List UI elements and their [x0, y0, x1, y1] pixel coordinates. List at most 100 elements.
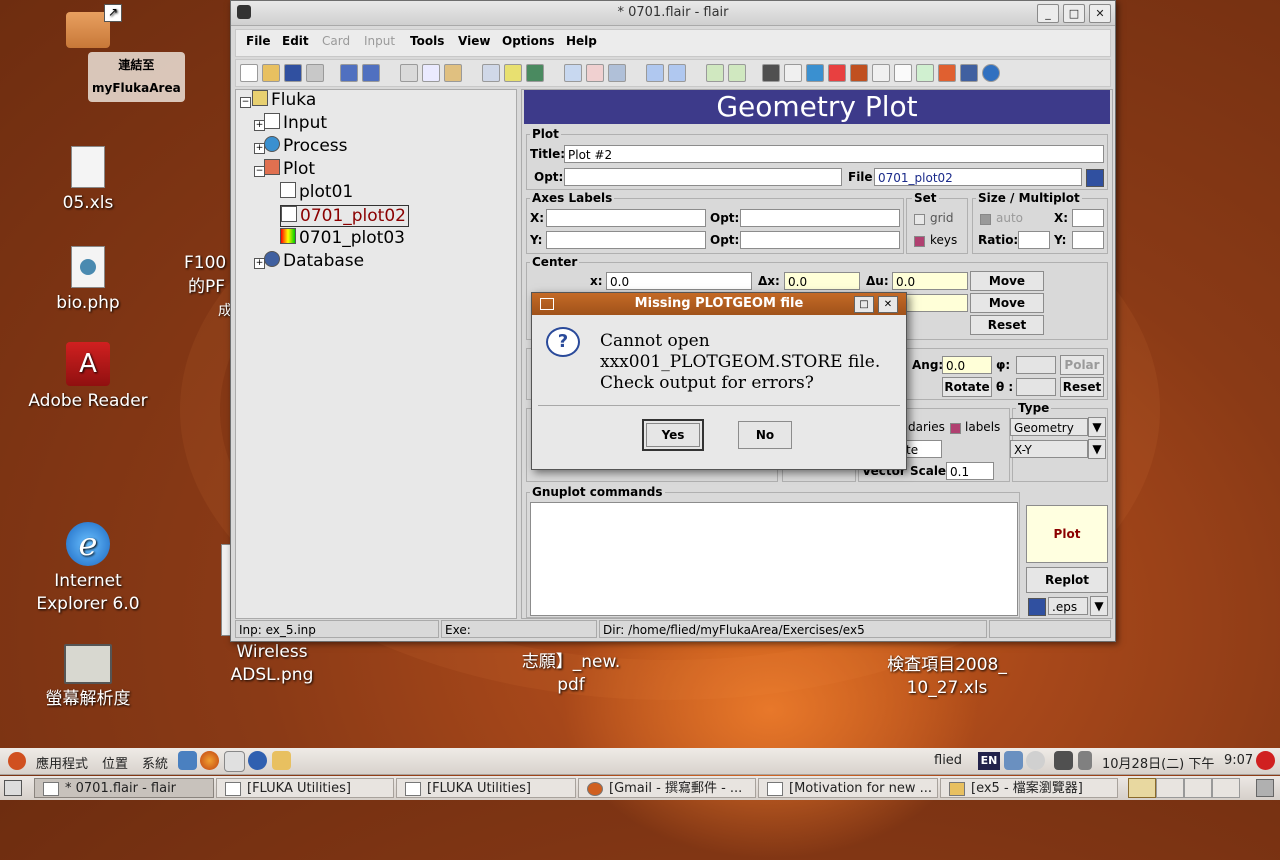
show-desktop-icon[interactable]: [4, 780, 22, 796]
tree-item-0701-plot02[interactable]: 0701_plot02: [280, 205, 409, 227]
no-button[interactable]: No: [738, 421, 792, 449]
warning-icon[interactable]: [828, 64, 846, 82]
move-uv-button[interactable]: Move [u,v]: [970, 293, 1044, 328]
clock[interactable]: 9:07: [1224, 753, 1253, 768]
chevron-down-icon[interactable]: ▼: [1088, 439, 1106, 459]
input-method-indicator[interactable]: EN: [978, 752, 1000, 770]
window-menu-icon[interactable]: [540, 298, 554, 310]
desktop-icon-jiancha-xls[interactable]: 検査項目2008_ 10_27.xls: [872, 654, 1022, 700]
gnuplot-commands-textarea[interactable]: [530, 502, 1018, 616]
places-menu[interactable]: 位置: [102, 753, 128, 772]
database-icon[interactable]: [960, 64, 978, 82]
output-icon[interactable]: [894, 64, 912, 82]
applications-menu[interactable]: 應用程式: [36, 753, 88, 772]
move-button[interactable]: Move: [970, 271, 1044, 291]
globe-icon[interactable]: [526, 64, 544, 82]
print-icon[interactable]: [306, 64, 324, 82]
minimize-button[interactable]: _: [1037, 4, 1059, 23]
system-menu[interactable]: 系統: [142, 753, 168, 772]
firefox-icon[interactable]: [200, 751, 219, 770]
volume-icon[interactable]: [1078, 751, 1092, 770]
desktop-icon-internet-explorer[interactable]: e Internet Explorer 6.0: [18, 522, 158, 616]
format-select[interactable]: .eps: [1048, 597, 1088, 615]
menu-help[interactable]: Help: [566, 34, 597, 48]
copy-icon[interactable]: [422, 64, 440, 82]
close-button[interactable]: ✕: [878, 296, 898, 313]
taskbar-item-gmail[interactable]: [Gmail - 撰寫郵件 - ...: [578, 778, 756, 798]
close-button[interactable]: ✕: [1089, 4, 1111, 23]
workspace-3[interactable]: [1184, 778, 1212, 798]
taskbar-item-fluka-utilities-2[interactable]: [FLUKA Utilities]: [396, 778, 576, 798]
save-icon[interactable]: [284, 64, 302, 82]
partial-option-input[interactable]: te: [902, 440, 942, 458]
refresh-icon[interactable]: [916, 64, 934, 82]
save-file-icon[interactable]: [1086, 169, 1104, 187]
tree-root-fluka[interactable]: Fluka: [252, 90, 316, 110]
taskbar-item-motivation[interactable]: [Motivation for new ...: [758, 778, 938, 798]
polar-button[interactable]: Polar: [1060, 355, 1104, 375]
collapse-toggle[interactable]: −: [240, 97, 251, 108]
desktop-icon-screen-resolution[interactable]: 螢幕解析度: [18, 644, 158, 711]
axis-x-opt-input[interactable]: [740, 209, 900, 227]
center-reset-button[interactable]: Reset: [970, 315, 1044, 335]
desktop-icon-bio-php[interactable]: bio.php: [18, 246, 158, 315]
tree-item-plot[interactable]: Plot: [264, 159, 315, 179]
debug-icon[interactable]: [850, 64, 868, 82]
cut-icon[interactable]: [400, 64, 418, 82]
title-input[interactable]: Plot #2: [564, 145, 1104, 163]
menu-options[interactable]: Options: [502, 34, 555, 48]
search-icon[interactable]: [1026, 751, 1045, 770]
theta-input[interactable]: [1016, 378, 1056, 396]
center-x-input[interactable]: 0.0: [606, 272, 752, 290]
tree-item-process[interactable]: Process: [264, 136, 348, 156]
screenshot-launcher-icon[interactable]: [178, 751, 197, 770]
info-icon[interactable]: [982, 64, 1000, 82]
open-folder-icon[interactable]: [262, 64, 280, 82]
taskbar-item-flair[interactable]: * 0701.flair - flair: [34, 778, 214, 798]
menu-file[interactable]: File: [246, 34, 271, 48]
tree-item-database[interactable]: Database: [264, 251, 364, 271]
taskbar-item-fluka-utilities-1[interactable]: [FLUKA Utilities]: [216, 778, 394, 798]
geometry-icon[interactable]: [872, 64, 890, 82]
workspace-2[interactable]: [1156, 778, 1184, 798]
desktop-icon-05-xls[interactable]: 05.xls: [18, 146, 158, 215]
new-file-icon[interactable]: [240, 64, 258, 82]
desktop-icon-adobe-reader[interactable]: A Adobe Reader: [18, 342, 158, 413]
maximize-button[interactable]: □: [854, 296, 874, 313]
desktop-icon-myflukaarea[interactable]: ↗ 連結至 myFlukaArea: [18, 4, 185, 102]
files-icon[interactable]: [272, 751, 291, 770]
compile-icon[interactable]: [762, 64, 780, 82]
dialog-titlebar[interactable]: Missing PLOTGEOM file □ ✕: [532, 293, 906, 315]
size-y-input[interactable]: [1072, 231, 1104, 249]
workspace-4[interactable]: [1212, 778, 1240, 798]
auto-checkbox[interactable]: [980, 214, 991, 225]
vector-scale-input[interactable]: 0.1: [946, 462, 994, 480]
user-name[interactable]: flied: [934, 753, 962, 768]
desktop-icon-wireless-adsl[interactable]: Wireless ADSL.png: [222, 641, 322, 687]
rotate-reset-button[interactable]: Reset: [1060, 377, 1104, 397]
phi-input[interactable]: [1016, 356, 1056, 374]
axis-x-input[interactable]: [546, 209, 706, 227]
outdent-icon[interactable]: [728, 64, 746, 82]
delete-card-icon[interactable]: [586, 64, 604, 82]
size-x-input[interactable]: [1072, 209, 1104, 227]
run-icon[interactable]: [806, 64, 824, 82]
maximize-button[interactable]: □: [1063, 4, 1085, 23]
grid-checkbox[interactable]: [914, 214, 925, 225]
desktop-icon-zhiyuan-pdf[interactable]: 志願】_new. pdf: [506, 651, 636, 697]
rotate-button[interactable]: Rotate: [942, 377, 992, 397]
paste-icon[interactable]: [444, 64, 462, 82]
axis-y-input[interactable]: [546, 231, 706, 249]
undo-icon[interactable]: [340, 64, 358, 82]
yes-button[interactable]: Yes: [642, 419, 704, 451]
plot-button[interactable]: Plot: [1026, 505, 1108, 563]
menu-view[interactable]: View: [458, 34, 490, 48]
save-plot-icon[interactable]: [1028, 598, 1046, 616]
network-icon[interactable]: [1004, 751, 1023, 770]
plot-icon[interactable]: [938, 64, 956, 82]
type-select[interactable]: Geometry: [1010, 418, 1088, 436]
workspace-1[interactable]: [1128, 778, 1156, 798]
axis-y-opt-input[interactable]: [740, 231, 900, 249]
keys-checkbox[interactable]: [914, 236, 925, 247]
power-icon[interactable]: [1256, 751, 1275, 770]
